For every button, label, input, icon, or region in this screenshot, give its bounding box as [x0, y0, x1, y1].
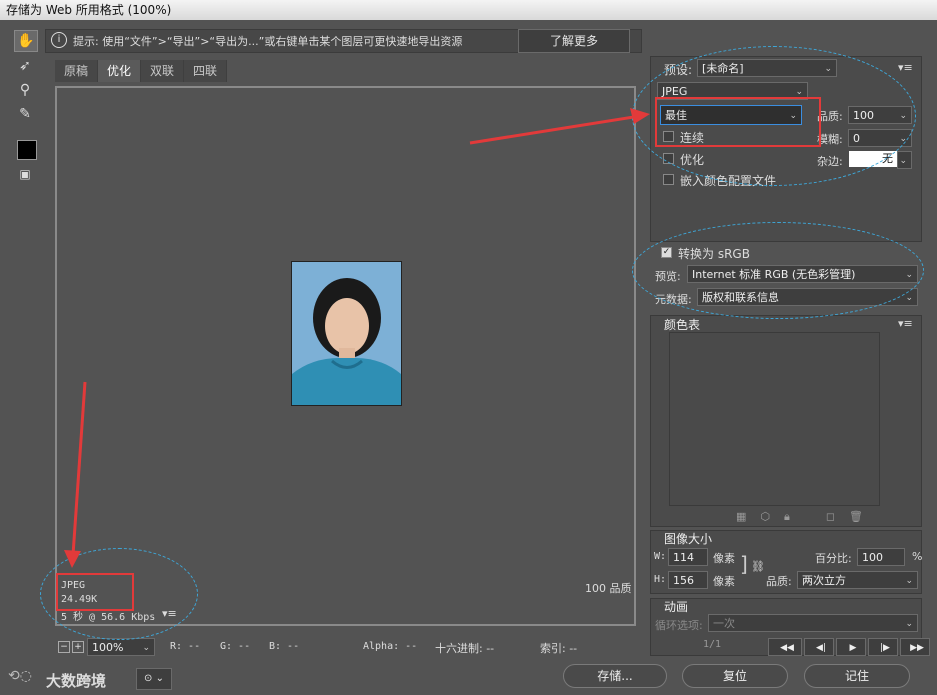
frame-counter: 1/1 — [703, 639, 722, 650]
percent-label: 百分比: — [815, 552, 852, 565]
color-table-title: 颜色表 — [664, 318, 701, 332]
logo-icon: ⟲◌ — [8, 668, 32, 684]
panel-menu-icon[interactable]: ▾≡ — [898, 61, 913, 74]
dashed-ellipse-settings — [632, 46, 916, 186]
width-unit: 像素 — [713, 552, 735, 565]
new-color-icon[interactable]: ◻ — [826, 510, 835, 524]
animation-title: 动画 — [664, 600, 689, 614]
color-table-menu-icon[interactable]: ▾≡ — [898, 317, 913, 330]
eyedropper-color-swatch[interactable] — [17, 140, 37, 160]
tab-optimized[interactable]: 优化 — [98, 60, 142, 82]
trash-icon[interactable]: 🗑︎ — [849, 510, 863, 524]
slice-select-icon[interactable]: ➶ — [14, 56, 36, 76]
save-button[interactable]: 存储... — [563, 664, 667, 688]
resample-select[interactable]: 两次立方 ⌄ — [797, 571, 918, 589]
loop-select[interactable]: 一次 ⌄ — [708, 614, 918, 632]
tab-4up[interactable]: 四联 — [184, 60, 228, 82]
height-input[interactable]: 156 — [668, 571, 708, 589]
zoom-icon[interactable]: ⚲ — [14, 80, 36, 100]
resample-label: 品质: — [766, 575, 792, 588]
blue-readout: B: -- — [269, 641, 300, 652]
green-readout: G: -- — [220, 641, 251, 652]
hand-tool-icon[interactable]: ✋ — [14, 30, 38, 52]
animation-controls: ◀◀ ◀| ▶ |▶ ▶▶ — [768, 638, 930, 656]
preview-group: ⟲◌ 大数跨境 ⊙ ⌄ — [8, 668, 172, 690]
hint-text: 提示: 使用“文件”>“导出”>“导出为...”或右键单击某个图层可更快速地导出… — [73, 35, 463, 48]
learn-more-button[interactable]: 了解更多 — [518, 29, 630, 53]
tab-2up[interactable]: 双联 — [141, 60, 185, 82]
map-color-icon[interactable]: ▦ — [736, 510, 746, 524]
chevron-down-icon: ⌄ — [905, 619, 913, 629]
toggle-slices-icon[interactable]: ▣ — [14, 164, 36, 184]
hint-bar: i 提示: 使用“文件”>“导出”>“导出为...”或右键单击某个图层可更快速地… — [45, 29, 642, 53]
play-icon[interactable]: ▶ — [836, 638, 866, 656]
info-icon: i — [51, 32, 67, 48]
alpha-readout: Alpha: -- — [363, 641, 418, 652]
watermark-text: 大数跨境 — [46, 672, 107, 690]
remember-button[interactable]: 记住 — [804, 664, 910, 688]
matte-dropdown[interactable]: ⌄ — [897, 151, 912, 169]
zoom-in-icon[interactable]: + — [72, 641, 84, 653]
status-bar: − + 100% ⌄ R: -- G: -- B: -- Alpha: -- 十六… — [55, 638, 640, 656]
dashed-ellipse-info — [40, 548, 198, 640]
tab-original[interactable]: 原稿 — [55, 60, 99, 82]
preview-image — [291, 261, 402, 406]
height-label: H: — [654, 574, 667, 585]
color-table-grid[interactable] — [669, 332, 880, 506]
chevron-down-icon: ⌄ — [142, 643, 150, 653]
hex-readout: 十六进制: -- — [435, 642, 495, 655]
toolbox: ✋ ➶ ⚲ ✎ ▣ — [14, 30, 40, 184]
chevron-down-icon: ⌄ — [899, 156, 907, 166]
last-frame-icon[interactable]: ▶▶ — [900, 638, 930, 656]
index-readout: 索引: -- — [540, 642, 578, 655]
web-snap-icon[interactable]: ⬡ — [760, 510, 770, 524]
percent-input[interactable]: 100 — [857, 548, 905, 566]
height-unit: 像素 — [713, 575, 735, 588]
eyedropper-icon[interactable]: ✎ — [14, 104, 36, 124]
zoom-select[interactable]: 100% ⌄ — [87, 638, 155, 656]
link-icon[interactable]: ⛓︎ — [751, 560, 765, 573]
first-frame-icon[interactable]: ◀◀ — [768, 638, 802, 656]
quality-note: 100 品质 — [585, 582, 632, 595]
image-size-title: 图像大小 — [664, 532, 713, 546]
percent-unit: % — [912, 550, 923, 563]
chevron-down-icon: ⌄ — [905, 576, 913, 586]
width-input[interactable]: 114 — [668, 548, 708, 566]
loop-options-label: 循环选项: — [655, 619, 703, 632]
window-title: 存储为 Web 所用格式 (100%) — [0, 0, 937, 20]
constrain-bracket-icon: ] — [740, 552, 748, 576]
embed-profile-checkbox[interactable] — [663, 174, 674, 185]
prev-frame-icon[interactable]: ◀| — [804, 638, 834, 656]
color-table-tools: ▦ ⬡ 🔒︎ ◻ 🗑︎ — [736, 510, 863, 524]
red-readout: R: -- — [170, 641, 201, 652]
reset-button[interactable]: 复位 — [682, 664, 788, 688]
lock-icon[interactable]: 🔒︎ — [784, 510, 790, 524]
zoom-out-icon[interactable]: − — [58, 641, 70, 653]
dashed-ellipse-color — [632, 222, 924, 319]
view-tabs: 原稿 优化 双联 四联 — [55, 60, 228, 82]
browser-preview-button[interactable]: ⊙ ⌄ — [136, 668, 172, 690]
width-label: W: — [654, 551, 667, 562]
next-frame-icon[interactable]: |▶ — [868, 638, 898, 656]
